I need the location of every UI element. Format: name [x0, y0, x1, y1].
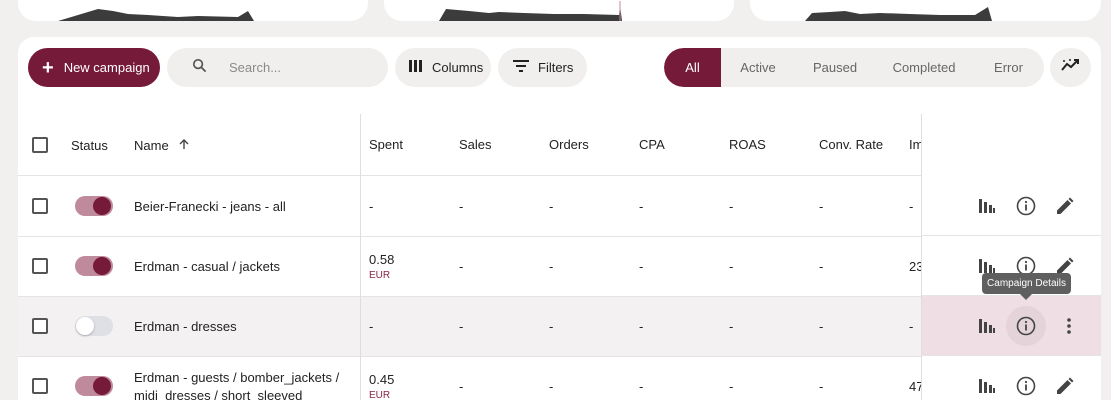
summary-card-3 [750, 0, 1101, 21]
spent-value: - [369, 319, 374, 334]
column-header-spent[interactable]: Spent [369, 113, 403, 175]
impressions-value: - [909, 199, 914, 214]
plus-icon: + [42, 56, 54, 79]
orders-value: - [549, 199, 554, 214]
more-vert-icon[interactable] [1058, 315, 1080, 337]
filters-button[interactable]: Filters [498, 48, 587, 87]
column-header-conv-rate[interactable]: Conv. Rate [819, 113, 883, 175]
conv-rate-value: - [819, 319, 824, 334]
sales-value: - [459, 319, 464, 334]
edit-icon[interactable] [1054, 375, 1076, 397]
row-actions-column [921, 114, 1101, 400]
column-header-sales[interactable]: Sales [459, 113, 492, 175]
status-filter: All Active Paused Completed Error [664, 48, 1044, 87]
pinned-column-divider [921, 114, 922, 400]
campaign-details-tooltip: Campaign Details [982, 273, 1071, 300]
status-toggle[interactable] [75, 376, 113, 396]
edit-icon[interactable] [1054, 195, 1076, 217]
spent-value: - [369, 199, 374, 214]
status-filter-active[interactable]: Active [721, 48, 795, 87]
spent-value: 0.58 [369, 252, 395, 267]
campaigns-panel: + New campaign Columns Filters All Activ… [18, 37, 1101, 400]
cpa-value: - [639, 199, 644, 214]
orders-value: - [549, 259, 554, 274]
column-header-name-label: Name [134, 137, 169, 153]
spent-currency: EUR [369, 270, 391, 281]
column-divider[interactable] [360, 114, 361, 400]
row-checkbox[interactable] [32, 258, 48, 274]
conv-rate-value: - [819, 379, 824, 394]
select-all-checkbox[interactable] [32, 137, 48, 153]
search-box[interactable] [167, 48, 388, 87]
status-toggle[interactable] [75, 196, 113, 216]
sales-value: - [459, 199, 464, 214]
row-checkbox[interactable] [32, 378, 48, 394]
columns-button[interactable]: Columns [395, 48, 491, 87]
columns-label: Columns [432, 60, 484, 75]
column-header-roas[interactable]: ROAS [729, 113, 766, 175]
roas-value: - [729, 319, 734, 334]
sparkline-chart [750, 7, 992, 21]
orders-value: - [549, 319, 554, 334]
toolbar: + New campaign Columns Filters All Activ… [18, 37, 1101, 117]
search-input[interactable] [229, 60, 369, 75]
summary-card-1 [18, 0, 368, 21]
column-header-cpa[interactable]: CPA [639, 113, 665, 175]
column-header-name[interactable]: Name [134, 114, 190, 176]
conv-rate-value: - [819, 199, 824, 214]
campaign-name[interactable]: Erdman - guests / bomber_jackets / midi_… [134, 357, 344, 400]
status-filter-all[interactable]: All [664, 48, 721, 87]
row-actions [921, 176, 1101, 236]
bar-chart-icon[interactable] [976, 195, 998, 217]
bar-chart-icon[interactable] [976, 315, 998, 337]
summary-card-2 [384, 0, 734, 21]
status-toggle[interactable] [75, 256, 113, 276]
orders-value: - [549, 379, 554, 394]
row-checkbox[interactable] [32, 318, 48, 334]
spent-cell: 0.58 EUR [369, 237, 394, 296]
status-filter-completed[interactable]: Completed [875, 48, 973, 87]
row-actions [921, 296, 1101, 356]
campaign-name[interactable]: Beier-Franecki - jeans - all [134, 177, 286, 236]
conv-rate-value: - [819, 259, 824, 274]
filter-icon [513, 60, 529, 75]
status-toggle[interactable] [75, 316, 113, 336]
column-header-orders[interactable]: Orders [549, 113, 589, 175]
campaign-name[interactable]: Erdman - dresses [134, 297, 237, 356]
trending-icon [1060, 58, 1081, 77]
spent-currency: EUR [369, 390, 391, 400]
sales-value: - [459, 259, 464, 274]
arrow-up-icon [178, 138, 190, 153]
sparkline-chart [384, 1, 622, 21]
sales-value: - [459, 379, 464, 394]
info-icon[interactable] [1015, 375, 1037, 397]
new-campaign-button[interactable]: + New campaign [28, 48, 160, 87]
spent-cell: 0.45 EUR [369, 357, 394, 400]
status-filter-error[interactable]: Error [973, 48, 1044, 87]
cpa-value: - [639, 319, 644, 334]
new-campaign-label: New campaign [63, 60, 150, 75]
trend-chart-button[interactable] [1050, 48, 1091, 87]
impressions-value: - [909, 319, 914, 334]
roas-value: - [729, 259, 734, 274]
bar-chart-icon[interactable] [976, 375, 998, 397]
filters-label: Filters [538, 60, 574, 75]
info-icon[interactable] [1006, 306, 1046, 346]
row-actions [921, 356, 1101, 400]
sparkline-chart [18, 9, 254, 21]
column-header-status[interactable]: Status [71, 114, 108, 176]
roas-value: - [729, 199, 734, 214]
spent-value: 0.45 [369, 372, 395, 387]
roas-value: - [729, 379, 734, 394]
campaign-name[interactable]: Erdman - casual / jackets [134, 237, 280, 296]
info-icon[interactable] [1015, 195, 1037, 217]
row-checkbox[interactable] [32, 198, 48, 214]
columns-icon [409, 60, 423, 75]
status-filter-paused[interactable]: Paused [795, 48, 875, 87]
cpa-value: - [639, 259, 644, 274]
cpa-value: - [639, 379, 644, 394]
search-icon [192, 58, 207, 78]
